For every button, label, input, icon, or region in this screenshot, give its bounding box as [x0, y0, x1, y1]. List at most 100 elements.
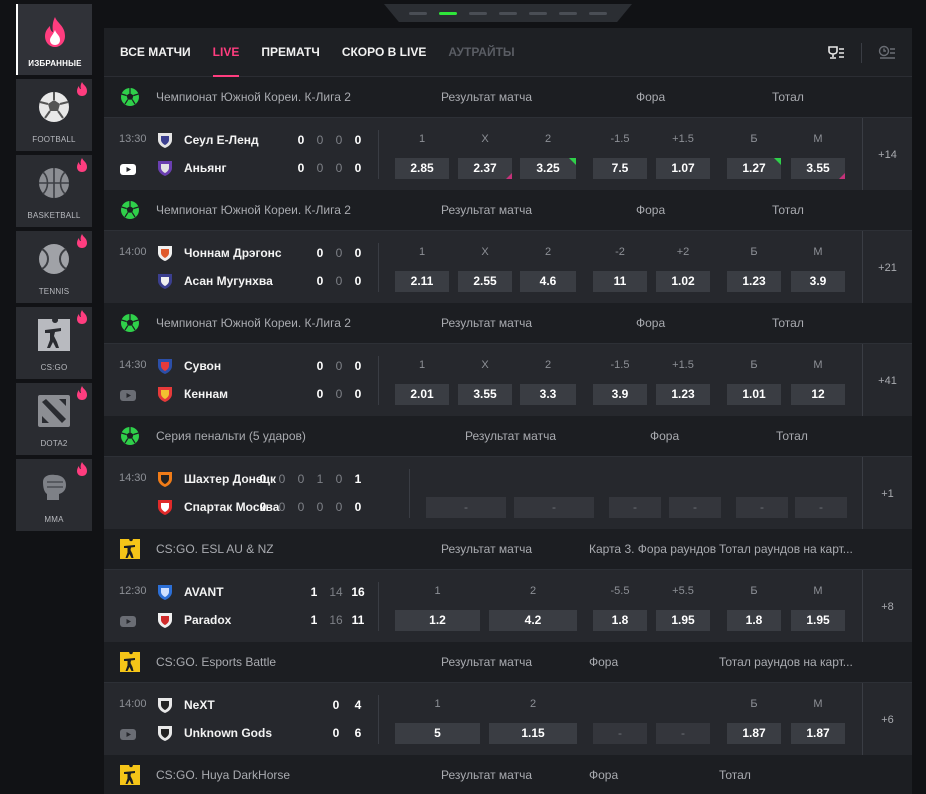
league-header[interactable]: Серия пенальти (5 ударов) Результат матча…	[104, 416, 912, 456]
odds-button[interactable]: 12	[791, 384, 845, 405]
sidebar-item-basketball[interactable]: BASKETBALL	[16, 155, 92, 227]
league-header[interactable]: CS:GO. Esports Battle Результат матча Фора…	[104, 642, 912, 682]
pager-dot[interactable]	[409, 11, 427, 15]
pager-dot[interactable]	[559, 11, 577, 15]
score-cell: 0	[297, 133, 305, 147]
odds-button[interactable]: -	[593, 723, 647, 744]
score-cell: 0	[354, 161, 362, 175]
odds-button[interactable]: 3.55	[791, 158, 845, 179]
odds-button[interactable]: 4.6	[520, 271, 576, 292]
tab-all-matches[interactable]: ВСЕ МАТЧИ	[120, 28, 191, 77]
odds-button[interactable]: 1.8	[593, 610, 647, 631]
odds-button[interactable]: 3.3	[520, 384, 576, 405]
sidebar-item-football[interactable]: FOOTBALL	[16, 79, 92, 151]
event-row[interactable]: 14:30 Сувон Кеннам 0 0 0 0 0 0 1 X 2 -1.5 +1.5 Б М 2.01 3…	[104, 343, 912, 417]
market-label: М	[813, 246, 823, 258]
event-row[interactable]: 14:30 Шахтер Донецк Спартак Москва 0 0 0 1 0 1 0 0…	[104, 456, 912, 530]
tab-live[interactable]: LIVE	[212, 28, 239, 77]
tab-outrights[interactable]: АУТРАЙТЫ	[448, 28, 514, 77]
pager-dot[interactable]	[589, 11, 607, 15]
odds-button[interactable]: 4.2	[489, 610, 577, 631]
odds-button[interactable]: 1.95	[791, 610, 845, 631]
score-cell: 11	[351, 613, 365, 627]
odds-button[interactable]: 3.55	[458, 384, 512, 405]
trophy-sort-icon[interactable]	[811, 28, 861, 77]
more-markets-button[interactable]: +14	[862, 118, 912, 191]
stream-icon[interactable]	[120, 727, 136, 740]
odds-button[interactable]: 2.11	[395, 271, 449, 292]
odds-button[interactable]: 3.9	[593, 384, 647, 405]
odds-button[interactable]: 1.95	[656, 610, 710, 631]
market-header: Тотал	[772, 203, 804, 217]
odds-button[interactable]: 1.15	[489, 723, 577, 744]
odds-button[interactable]: 2.37	[458, 158, 512, 179]
odds-button[interactable]: 2.85	[395, 158, 449, 179]
sidebar-item-favorites[interactable]: ИЗБРАННЫЕ	[16, 4, 92, 75]
odds-button[interactable]: -	[669, 497, 721, 518]
league-header[interactable]: CS:GO. ESL AU & NZ Результат матча Карта 3…	[104, 529, 912, 569]
pager-dot[interactable]	[469, 11, 487, 15]
odds-button[interactable]: -	[795, 497, 847, 518]
odds-button[interactable]: 1.23	[656, 384, 710, 405]
match-time: 14:30	[119, 472, 147, 484]
event-row[interactable]: 13:30 Сеул Е-Ленд Аньянг 0 0 0 0 0 0 0 0 1 X 2 -1.5 +1.…	[104, 117, 912, 191]
pager-dot-active[interactable]	[439, 11, 457, 15]
market-header: Тотал	[772, 90, 804, 104]
team-logo-icon	[156, 159, 174, 177]
odds-button[interactable]: 2.55	[458, 271, 512, 292]
league-header[interactable]: Чемпионат Южной Кореи. К-Лига 2 Результат…	[104, 303, 912, 343]
odds-button[interactable]: 7.5	[593, 158, 647, 179]
sidebar-item-tennis[interactable]: TENNIS	[16, 231, 92, 303]
market-label: Б	[750, 133, 758, 145]
event-row[interactable]: 14:00 Чоннам Дрэгонс Асан Мугунхва 0 0 0 0 0 0 1 X…	[104, 230, 912, 304]
odds-button[interactable]: 1.2	[395, 610, 480, 631]
odds-button[interactable]: 1.23	[727, 271, 781, 292]
odds-button[interactable]: -	[656, 723, 710, 744]
more-markets-button[interactable]: +1	[862, 457, 912, 530]
odds-button[interactable]: -	[609, 497, 661, 518]
stream-icon[interactable]	[120, 162, 136, 175]
league-header[interactable]: CS:GO. Huya DarkHorse Результат матча Фора…	[104, 755, 912, 794]
odds-button[interactable]: 3.25	[520, 158, 576, 179]
odds-button[interactable]: 3.9	[791, 271, 845, 292]
odds-button[interactable]: 11	[593, 271, 647, 292]
odds-button[interactable]: 1.87	[791, 723, 845, 744]
match-time: 12:30	[119, 585, 147, 597]
pager-dot[interactable]	[529, 11, 547, 15]
stream-icon[interactable]	[120, 388, 136, 401]
league-header[interactable]: Чемпионат Южной Кореи. К-Лига 2 Результат…	[104, 77, 912, 117]
odds-button[interactable]: 1.87	[727, 723, 781, 744]
pager-dot[interactable]	[499, 11, 517, 15]
sidebar-item-dota2[interactable]: DOTA2	[16, 383, 92, 455]
odds-button[interactable]: 1.01	[727, 384, 781, 405]
odds-button[interactable]: 1.27	[727, 158, 781, 179]
more-markets-button[interactable]: +21	[862, 231, 912, 304]
odds-button[interactable]: 5	[395, 723, 480, 744]
odds-button[interactable]: 1.8	[727, 610, 781, 631]
market-label: -5.5	[610, 585, 630, 597]
score-cell: 6	[354, 726, 362, 740]
odds-button[interactable]: -	[736, 497, 788, 518]
odds-button[interactable]: 1.02	[656, 271, 710, 292]
sidebar-item-mma[interactable]: MMA	[16, 459, 92, 531]
team-name: Чоннам Дрэгонс	[184, 246, 282, 260]
team-1: AVANT	[156, 582, 224, 602]
stream-icon[interactable]	[120, 614, 136, 627]
fire-icon	[77, 82, 87, 96]
tab-prematch[interactable]: ПРЕМАТЧ	[261, 28, 319, 77]
league-header[interactable]: Чемпионат Южной Кореи. К-Лига 2 Результат…	[104, 190, 912, 230]
time-sort-icon[interactable]	[862, 28, 912, 77]
odds-button[interactable]: 2.01	[395, 384, 449, 405]
odds-button[interactable]: -	[514, 497, 594, 518]
event-row[interactable]: 14:00 NeXT Unknown Gods 0 4 0 6 1 2 Б М 5 1.15- -1.87…	[104, 682, 912, 756]
odds-up-marker	[569, 158, 576, 165]
odds-button[interactable]: 1.07	[656, 158, 710, 179]
tab-soon-live[interactable]: СКОРО В LIVE	[342, 28, 427, 77]
sidebar-item-csgo[interactable]: CS:GO	[16, 307, 92, 379]
more-markets-button[interactable]: +6	[862, 683, 912, 756]
more-markets-button[interactable]: +41	[862, 344, 912, 417]
event-row[interactable]: 12:30 AVANT Paradox 1 14 16 1 16 11 1 2 -5.5 +5.5 Б М 1…	[104, 569, 912, 643]
team-logo-icon	[156, 498, 174, 516]
odds-button[interactable]: -	[426, 497, 506, 518]
more-markets-button[interactable]: +8	[862, 570, 912, 643]
